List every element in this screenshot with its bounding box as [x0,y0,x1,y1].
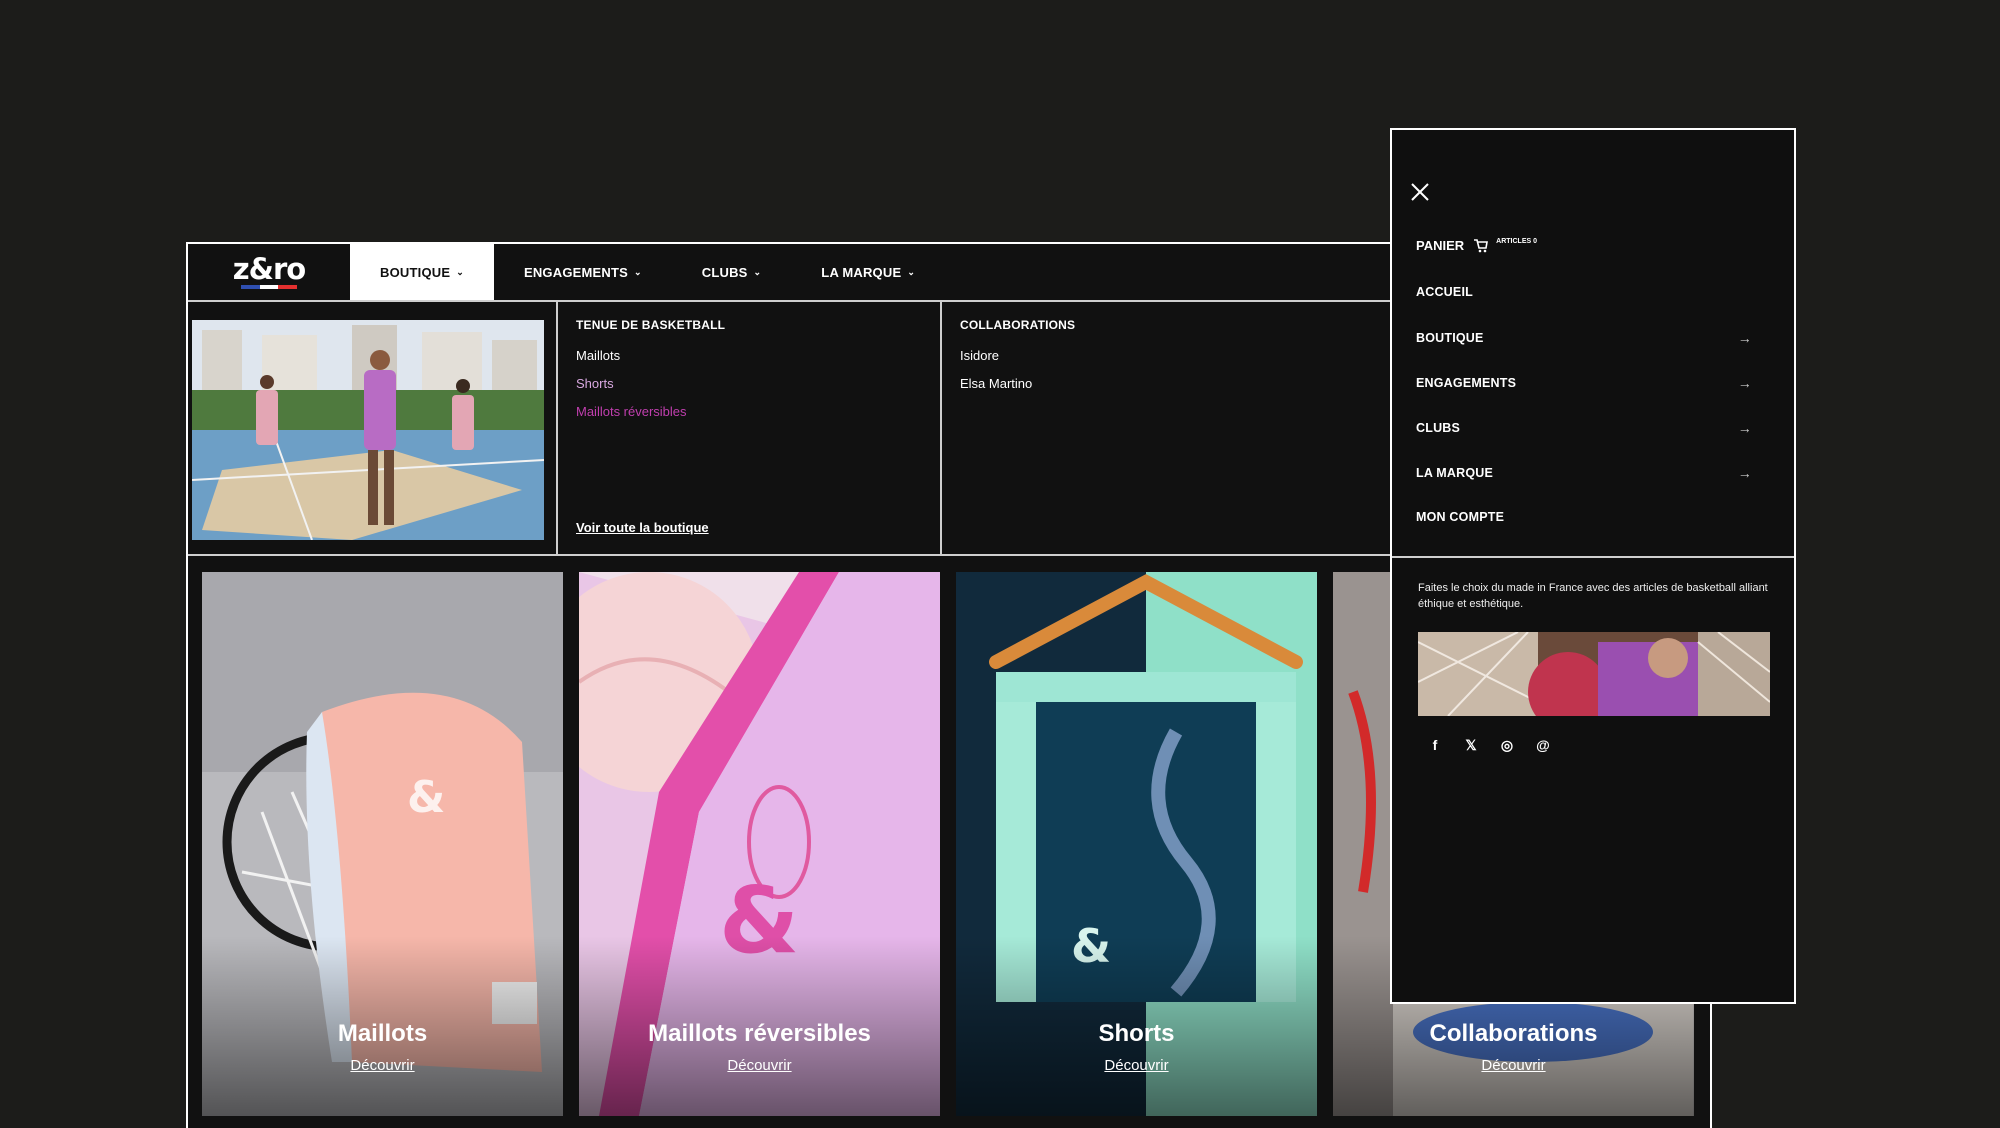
nav-engagements-label: ENGAGEMENTS [523,264,629,280]
card-title: Maillots [337,1020,428,1047]
card-title: Shorts [1098,1020,1175,1047]
svg-text:&: & [407,772,445,823]
panel-item-label: BOUTIQUE [1416,331,1484,345]
card-title: Maillots réversibles [648,1020,871,1047]
chevron-down-icon: ⌄ [907,266,916,277]
mega-menu-photo[interactable] [192,320,544,540]
panel-item-mon-compte[interactable]: MON COMPTE [1416,510,1752,524]
card-discover-link[interactable]: Découvrir [956,1057,1317,1074]
panel-item-label: MON COMPTE [1416,510,1505,524]
threads-icon[interactable]: @ [1534,736,1552,754]
arrow-right-icon: → [1737,420,1752,436]
panel-item-la-marque[interactable]: LA MARQUE → [1416,465,1752,481]
nav-engagements[interactable]: ENGAGEMENTS ⌄ [494,244,672,300]
panel-item-label: ACCUEIL [1416,285,1473,299]
x-icon[interactable]: 𝕏 [1462,736,1480,754]
side-menu-panel: PANIER ARTICLES 0 ACCUEIL BOUTIQUE → ENG… [1390,128,1796,1004]
link-elsa-martino[interactable]: Elsa Martino [960,376,1032,391]
arrow-right-icon: → [1737,330,1752,346]
panel-item-label: ENGAGEMENTS [1416,376,1517,390]
mega-divider [940,302,942,556]
panel-divider [1392,556,1794,558]
logo-flag-stripe [241,285,298,289]
social-links: f 𝕏 ◎ @ [1426,736,1552,754]
panel-photo [1418,632,1770,716]
cart-count: ARTICLES 0 [1496,238,1537,245]
nav-clubs[interactable]: CLUBS ⌄ [672,244,792,300]
nav-boutique-label: BOUTIQUE [380,264,451,280]
col-title-tenue: TENUE DE BASKETBALL [576,318,726,332]
link-maillots-reversibles[interactable]: Maillots réversibles [576,404,687,419]
panel-item-accueil[interactable]: ACCUEIL [1416,285,1752,299]
facebook-icon[interactable]: f [1426,736,1444,754]
cart-label: PANIER [1416,238,1465,253]
arrow-right-icon: → [1737,375,1752,391]
panel-description: Faites le choix du made in France avec d… [1418,582,1768,610]
panel-item-label: LA MARQUE [1416,466,1494,480]
instagram-icon[interactable]: ◎ [1498,736,1516,754]
chevron-down-icon: ⌄ [753,266,762,277]
chevron-down-icon: ⌄ [456,266,464,277]
nav-clubs-label: CLUBS [701,264,748,280]
close-icon[interactable] [1410,182,1430,202]
link-maillots[interactable]: Maillots [576,348,620,363]
col-title-collaborations: COLLABORATIONS [960,318,1076,332]
card-shorts[interactable]: & Shorts Découvrir [956,572,1317,1116]
link-shorts[interactable]: Shorts [576,376,614,391]
card-discover-link[interactable]: Découvrir [202,1057,563,1074]
card-maillots-reversibles[interactable]: & Maillots réversibles Découvrir [579,572,940,1116]
arrow-right-icon: → [1737,465,1752,481]
nav-boutique[interactable]: BOUTIQUE ⌄ [350,244,494,300]
link-isidore[interactable]: Isidore [960,348,999,363]
panel-item-label: CLUBS [1416,421,1461,435]
logo-text: z&ro [232,252,306,286]
panel-item-boutique[interactable]: BOUTIQUE → [1416,330,1752,346]
panel-item-engagements[interactable]: ENGAGEMENTS → [1416,375,1752,391]
chevron-down-icon: ⌄ [634,266,642,277]
panel-item-clubs[interactable]: CLUBS → [1416,420,1752,436]
see-all-boutique-link[interactable]: Voir toute la boutique [576,520,709,535]
cart-icon [1474,238,1489,252]
card-discover-link[interactable]: Découvrir [579,1057,940,1074]
nav-la-marque[interactable]: LA MARQUE ⌄ [791,244,945,300]
brand-logo[interactable]: z&ro [188,244,350,300]
mega-divider [556,302,558,556]
card-title: Collaborations [1429,1020,1598,1047]
cart-link[interactable]: PANIER ARTICLES 0 [1416,238,1537,253]
nav-la-marque-label: LA MARQUE [821,264,902,280]
card-maillots[interactable]: & Maillots Découvrir [202,572,563,1116]
card-discover-link[interactable]: Découvrir [1333,1057,1694,1074]
